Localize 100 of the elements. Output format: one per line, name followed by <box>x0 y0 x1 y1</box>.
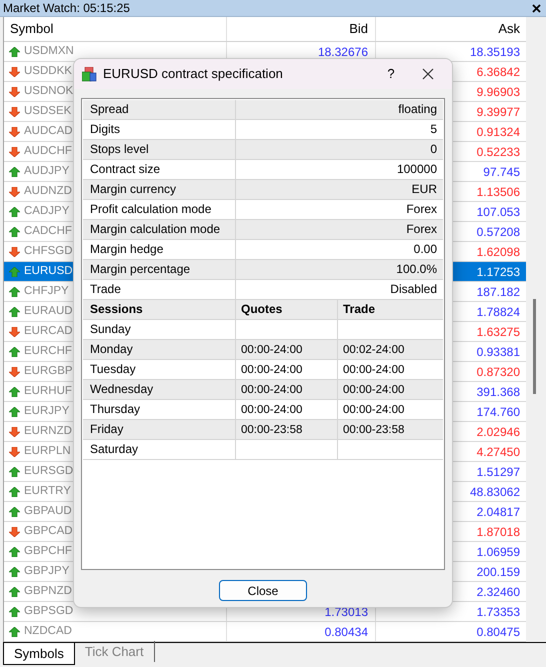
symbol-cell-text: USDNOK <box>24 84 74 99</box>
column-header[interactable]: Ask <box>376 17 526 41</box>
day-cell: Tuesday <box>83 360 236 379</box>
ask-cell-text: 48.83062 <box>470 484 520 500</box>
up-arrow-icon <box>9 406 20 416</box>
ask-cell-text: 1.13506 <box>476 184 520 200</box>
bid-cell-text: 18.32676 <box>318 44 368 60</box>
property-label: Margin hedge <box>83 240 236 259</box>
ask-cell-text: 0.87320 <box>476 364 520 380</box>
symbol-cell-text: GBPJPY <box>24 564 70 579</box>
symbol-cell-text: AUDJPY <box>24 164 70 179</box>
up-arrow-icon <box>9 586 20 596</box>
contract-icon <box>82 66 97 82</box>
ask-cell-text: 6.36842 <box>476 64 520 80</box>
quotes-cell: 00:00-23:58 <box>241 424 302 436</box>
quotes-cell: 00:00-24:00 <box>241 384 302 396</box>
table-row[interactable]: NZDCAD 0.80434 0.80475 <box>4 622 526 642</box>
ask-cell-text: 2.02946 <box>476 424 520 440</box>
property-label: Margin percentage <box>83 260 236 279</box>
close-icon[interactable] <box>422 68 434 80</box>
symbol-cell-text: CHFSGD <box>24 244 73 259</box>
property-value: 5 <box>429 121 438 138</box>
symbol-cell-text: EURSGD <box>24 464 74 479</box>
column-header[interactable]: Symbol <box>4 17 227 41</box>
symbol-cell-text: USDDKK <box>24 64 72 79</box>
ask-cell-text: 391.368 <box>476 384 520 400</box>
ask-cell-text: 1.78824 <box>476 304 520 320</box>
down-arrow-icon <box>9 366 20 376</box>
day-cell: Saturday <box>83 440 236 459</box>
up-arrow-icon <box>9 166 20 176</box>
window-title: Market Watch: 05:15:25 <box>3 2 130 14</box>
ask-cell-text: 0.91324 <box>476 124 520 140</box>
symbol-cell-text: NZDCAD <box>24 624 72 639</box>
symbol-cell-text: GBPCAD <box>24 524 73 539</box>
down-arrow-icon <box>9 106 20 116</box>
property-label: Stops level <box>83 140 236 159</box>
tab[interactable]: Symbols <box>3 643 75 665</box>
property-value: Disabled <box>389 281 438 298</box>
close-button[interactable]: Close <box>219 580 307 601</box>
property-value: 100000 <box>396 161 438 178</box>
ask-cell-text: 2.04817 <box>476 504 520 520</box>
property-label: Trade <box>83 280 236 299</box>
ask-cell-text: 9.39977 <box>476 104 520 120</box>
up-arrow-icon <box>9 306 20 316</box>
up-arrow-icon <box>9 566 20 576</box>
ask-cell-text: 187.182 <box>476 284 520 300</box>
property-value: 0.00 <box>412 241 438 258</box>
down-arrow-icon <box>9 526 20 536</box>
symbol-cell-text: EURJPY <box>24 404 70 419</box>
property-label: Digits <box>83 120 236 139</box>
property-value: floating <box>397 101 438 118</box>
symbol-cell-text: EURHUF <box>24 384 72 399</box>
down-arrow-icon <box>9 326 20 336</box>
symbol-cell-text: CHFJPY <box>24 284 69 299</box>
quotes-cell: 00:00-24:00 <box>241 404 302 416</box>
symbol-cell-text: EURUSD <box>24 264 73 279</box>
day-cell: Sunday <box>83 320 236 339</box>
symbol-cell-text: EURGBP <box>24 364 73 379</box>
ask-cell-text: 0.80475 <box>476 624 520 640</box>
property-value: EUR <box>410 181 438 198</box>
ask-cell-text: 1.87018 <box>476 524 520 540</box>
up-arrow-icon <box>9 206 20 216</box>
symbol-cell-text: AUDCAD <box>24 124 73 139</box>
day-cell: Monday <box>83 340 236 359</box>
column-header: Sessions <box>83 300 236 319</box>
ask-cell-text: 97.745 <box>483 164 520 180</box>
trade-cell: 00:00-23:58 <box>343 424 404 436</box>
symbol-cell-text: CADJPY <box>24 204 70 219</box>
help-button[interactable]: ? <box>376 64 406 84</box>
symbol-cell-text: GBPAUD <box>24 504 72 519</box>
symbol-cell-text: EURCAD <box>24 324 73 339</box>
up-arrow-icon <box>9 226 20 236</box>
ask-cell-text: 1.73353 <box>476 604 520 620</box>
bid-cell-text: 0.80434 <box>324 624 368 640</box>
down-arrow-icon <box>9 186 20 196</box>
scrollbar-thumb[interactable] <box>533 299 536 394</box>
column-header[interactable]: Bid <box>227 17 376 41</box>
up-arrow-icon <box>9 346 20 356</box>
property-label: Margin currency <box>83 180 236 199</box>
property-value: 0 <box>429 141 438 158</box>
up-arrow-icon <box>9 606 20 616</box>
symbol-cell-text: USDMXN <box>24 44 74 59</box>
down-arrow-icon <box>9 146 20 156</box>
symbol-cell-text: GBPSGD <box>24 604 74 619</box>
day-cell: Thursday <box>83 400 236 419</box>
up-arrow-icon <box>9 386 20 396</box>
property-label: Spread <box>83 100 236 119</box>
trade-cell: 00:00-24:00 <box>343 404 404 416</box>
down-arrow-icon <box>9 86 20 96</box>
symbol-cell-text: EURNZD <box>24 424 72 439</box>
up-arrow-icon <box>9 46 20 56</box>
day-cell: Friday <box>83 420 236 439</box>
ask-cell-text: 0.93381 <box>476 344 520 360</box>
close-icon[interactable] <box>532 4 541 12</box>
ask-cell-text: 200.159 <box>476 564 520 580</box>
ask-cell-text: 1.51297 <box>476 464 520 480</box>
up-arrow-icon <box>9 506 20 516</box>
ask-cell-text: 1.06959 <box>476 544 520 560</box>
ask-cell-text: 2.32460 <box>476 584 520 600</box>
dialog-title: EURUSD contract specification <box>103 65 284 84</box>
